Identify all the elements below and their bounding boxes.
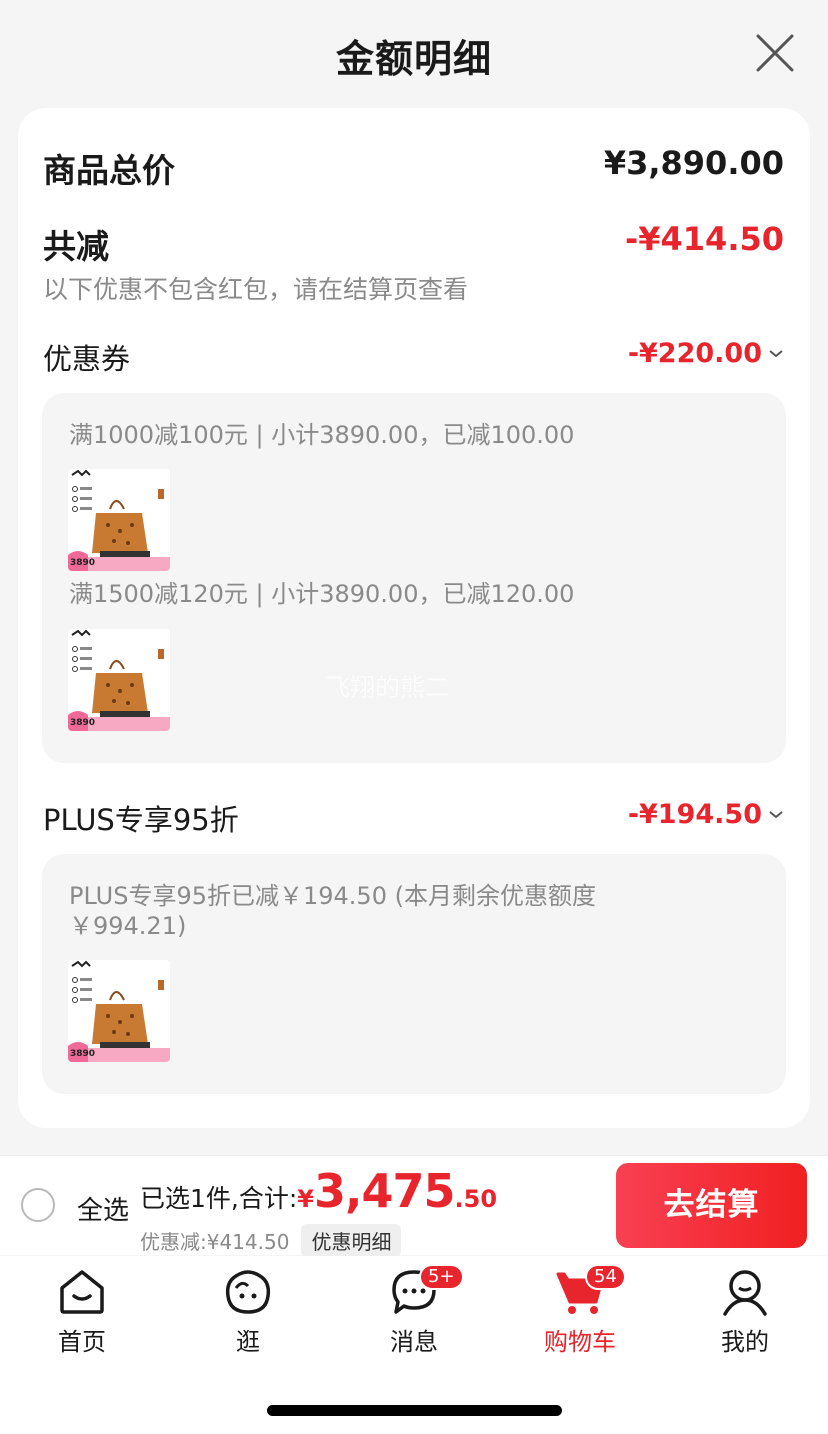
total-amount-integer: 3,475 xyxy=(313,1164,456,1218)
coupon-label: 优惠券 xyxy=(43,342,131,376)
tab-profile[interactable]: 我的 xyxy=(680,1266,810,1357)
sheet-title: 金额明细 xyxy=(335,37,492,81)
product-thumbnail[interactable]: 3890 xyxy=(68,629,170,731)
coupon-rule-2: 满1500减120元 | 小计3890.00，已减120.00 xyxy=(69,580,575,608)
plus-amount-toggle[interactable]: -¥194.50 xyxy=(628,799,784,830)
discount-detail-button[interactable]: 优惠明细 xyxy=(301,1224,402,1257)
coupon-amount: -¥220.00 xyxy=(627,338,762,369)
plus-detail-box: PLUS专享95折已减￥194.50 (本月剩余优惠额度 ￥994.21) 38… xyxy=(42,854,786,1094)
tab-explore[interactable]: 逛 xyxy=(183,1266,313,1357)
tab-label: 首页 xyxy=(58,1328,106,1356)
product-thumbnail[interactable]: 3890 xyxy=(68,960,170,1062)
coupon-amount-toggle[interactable]: -¥220.00 xyxy=(628,338,784,369)
tab-label: 购物车 xyxy=(544,1328,616,1356)
total-amount-decimal: .50 xyxy=(454,1185,498,1213)
order-summary: 已选1件,合计: ¥ 3,475 .50 xyxy=(140,1164,497,1218)
discount-line: 优惠减:¥414.50 优惠明细 xyxy=(140,1224,402,1257)
product-image: 3890 xyxy=(68,629,170,731)
plus-discount-label: PLUS专享95折 xyxy=(43,803,239,837)
tab-label: 逛 xyxy=(236,1328,260,1356)
checkout-bar: 全选 已选1件,合计: ¥ 3,475 .50 优惠减:¥414.50 优惠明细… xyxy=(0,1155,828,1257)
watermark: 飞翔的熊二 xyxy=(325,673,451,702)
product-thumbnail[interactable]: 3890 xyxy=(68,469,170,571)
total-discount-label: 共减 xyxy=(43,227,109,266)
plus-detail-line-1: PLUS专享95折已减￥194.50 (本月剩余优惠额度 xyxy=(69,882,596,910)
product-thumb-price: 3890 xyxy=(70,558,95,568)
total-currency: ¥ xyxy=(297,1185,314,1213)
product-thumb-price: 3890 xyxy=(70,1049,95,1059)
home-icon xyxy=(60,1270,104,1314)
total-discount-value: -¥414.50 xyxy=(624,220,784,258)
product-thumb-price: 3890 xyxy=(70,718,95,728)
coupon-row[interactable]: 优惠券 -¥220.00 xyxy=(43,336,784,378)
product-image: 3890 xyxy=(68,469,170,571)
select-all-label[interactable]: 全选 xyxy=(77,1190,129,1227)
plus-discount-row[interactable]: PLUS专享95折 -¥194.50 xyxy=(43,797,784,839)
plus-discount-amount: -¥194.50 xyxy=(627,799,762,830)
coupon-rule-1: 满1000减100元 | 小计3890.00，已减100.00 xyxy=(69,421,575,449)
selected-count-text: 已选1件,合计: xyxy=(140,1184,298,1213)
sheet-header: 金额明细 xyxy=(0,0,828,105)
coupon-detail-box: 满1000减100元 | 小计3890.00，已减100.00 3890 满15… xyxy=(42,393,786,763)
total-price-value: ¥3,890.00 xyxy=(603,144,784,182)
amount-detail-card: 商品总价 ¥3,890.00 共减 -¥414.50 以下优惠不包含红包，请在结… xyxy=(18,108,810,1128)
tab-label: 我的 xyxy=(721,1328,769,1356)
discount-note: 以下优惠不包含红包，请在结算页查看 xyxy=(43,275,469,304)
tab-label: 消息 xyxy=(390,1328,438,1356)
checkout-button[interactable]: 去结算 xyxy=(616,1163,807,1248)
profile-icon xyxy=(723,1270,767,1316)
explore-icon xyxy=(225,1270,271,1314)
product-image: 3890 xyxy=(68,960,170,1062)
total-price-label: 商品总价 xyxy=(43,151,175,190)
chevron-down-icon xyxy=(769,810,783,818)
close-button[interactable] xyxy=(752,30,798,76)
tab-home[interactable]: 首页 xyxy=(17,1266,147,1357)
home-indicator xyxy=(267,1405,562,1416)
tab-cart[interactable]: 54 购物车 xyxy=(515,1264,645,1357)
close-icon[interactable] xyxy=(752,30,798,76)
plus-detail-line-2: ￥994.21) xyxy=(69,912,187,940)
tab-messages[interactable]: 5+ 消息 xyxy=(349,1264,479,1357)
cart-badge: 54 xyxy=(585,1264,626,1290)
total-price-row: 商品总价 ¥3,890.00 xyxy=(43,144,784,192)
chevron-down-icon xyxy=(769,349,783,357)
total-discount-row: 共减 -¥414.50 xyxy=(43,220,784,268)
select-all-checkbox[interactable] xyxy=(21,1188,55,1222)
message-badge: 5+ xyxy=(419,1264,464,1290)
discount-summary: 优惠减:¥414.50 xyxy=(140,1230,290,1254)
